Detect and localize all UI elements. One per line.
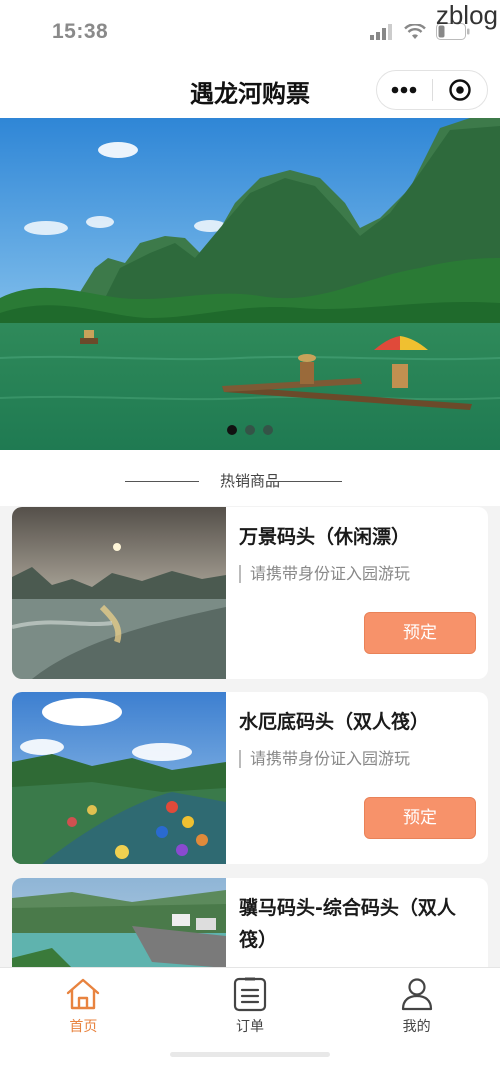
nav-bar: 遇龙河购票 <box>0 64 500 118</box>
product-card[interactable]: 万景码头（休闲漂） 请携带身份证入园游玩 预定 <box>12 507 488 679</box>
tab-profile-label: 我的 <box>402 1019 431 1035</box>
tab-home-label: 首页 <box>69 1019 98 1035</box>
product-name: 水厄底码头（双人筏） <box>239 711 430 733</box>
product-card[interactable]: 水厄底码头（双人筏） 请携带身份证入园游玩 预定 <box>12 692 488 864</box>
wifi-icon <box>404 23 426 39</box>
status-bar: 15:38 zblog <box>0 0 500 64</box>
tab-orders-label: 订单 <box>236 1019 264 1035</box>
status-time: 15:38 <box>52 20 109 43</box>
product-name: 骥马码头-综合码头（双人筏） <box>239 897 456 951</box>
product-tip: 请携带身份证入园游玩 <box>239 750 410 768</box>
section-title: 热销商品 <box>219 472 280 490</box>
product-name: 万景码头（休闲漂） <box>239 526 411 548</box>
close-button[interactable] <box>433 71 488 109</box>
product-tip: 请携带身份证入园游玩 <box>239 565 410 583</box>
home-indicator <box>170 1052 330 1057</box>
carousel-dot[interactable] <box>245 425 255 435</box>
watermark: zblog <box>435 0 498 30</box>
tab-orders[interactable]: 订单 <box>167 968 334 1065</box>
section-divider-right <box>268 481 342 482</box>
section-header: 热销商品 <box>0 450 500 506</box>
product-image <box>12 692 226 864</box>
more-button[interactable] <box>377 71 432 109</box>
mini-program-capsule <box>376 70 488 110</box>
carousel-dot[interactable] <box>263 425 273 435</box>
user-icon <box>401 978 432 1011</box>
more-dots-icon <box>391 86 417 94</box>
tab-profile[interactable]: 我的 <box>333 968 500 1065</box>
close-target-icon <box>449 79 471 101</box>
product-image <box>12 507 226 679</box>
signal-icon <box>370 23 392 40</box>
carousel-indicator <box>0 425 500 435</box>
banner-carousel[interactable] <box>0 118 500 450</box>
carousel-dot[interactable] <box>227 425 237 435</box>
banner-image <box>0 118 500 450</box>
order-list-icon <box>233 977 267 1012</box>
tab-home[interactable]: 首页 <box>0 968 167 1065</box>
tab-bar: 首页 订单 我的 <box>0 967 500 1065</box>
home-icon <box>67 978 100 1010</box>
reserve-button[interactable]: 预定 <box>364 797 476 839</box>
reserve-button[interactable]: 预定 <box>364 612 476 654</box>
